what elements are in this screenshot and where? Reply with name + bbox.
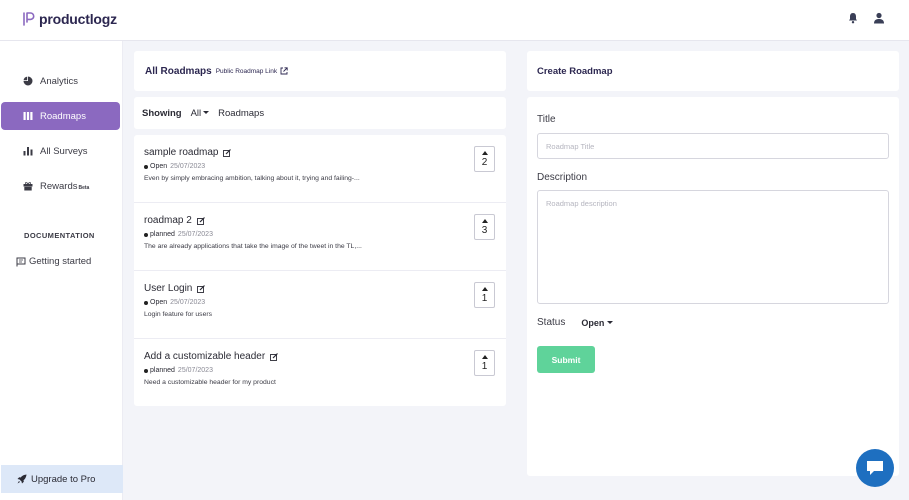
sidebar-item-roadmaps[interactable]: Roadmaps xyxy=(1,102,120,130)
all-roadmaps-header: All Roadmaps Public Roadmap Link xyxy=(134,51,506,91)
pie-chart-icon xyxy=(23,76,33,86)
roadmap-date: 25/07/2023 xyxy=(170,299,206,306)
roadmap-title[interactable]: User Login xyxy=(144,283,192,294)
getting-started-label: Getting started xyxy=(29,256,92,267)
status-dropdown[interactable]: Open xyxy=(581,317,614,328)
roadmap-title[interactable]: roadmap 2 xyxy=(144,215,192,226)
roadmap-description: Even by simply embracing ambition, talki… xyxy=(144,175,360,182)
edit-icon[interactable] xyxy=(270,352,279,361)
public-roadmap-link[interactable]: Public Roadmap Link xyxy=(216,68,277,75)
status-dot xyxy=(144,300,148,305)
create-roadmap-title: Create Roadmap xyxy=(537,65,613,77)
status-value: Open xyxy=(581,317,605,328)
upgrade-label: Upgrade to Pro xyxy=(31,473,96,485)
upvote-button[interactable]: 1 xyxy=(474,350,495,376)
sidebar-item-all-surveys[interactable]: All Surveys xyxy=(1,137,120,165)
logo-icon xyxy=(22,11,36,27)
upvote-button[interactable]: 3 xyxy=(474,214,495,240)
brand-name: productlogz xyxy=(39,11,117,27)
status-dot xyxy=(144,368,148,373)
roadmap-item[interactable]: sample roadmap Open 25/07/2023 Even by si… xyxy=(134,135,506,203)
roadmap-item[interactable]: Add a customizable header planned 25/07/2… xyxy=(134,339,506,407)
arrow-up-icon xyxy=(482,287,488,291)
roadmap-status: Open xyxy=(150,163,168,170)
caret-down-icon xyxy=(203,111,210,115)
description-label: Description xyxy=(537,172,588,183)
edit-icon[interactable] xyxy=(223,148,232,157)
sidebar-item-analytics[interactable]: Analytics xyxy=(1,67,120,95)
title-input[interactable] xyxy=(537,133,889,159)
vote-count: 3 xyxy=(481,225,488,236)
all-roadmaps-title: All Roadmaps xyxy=(145,65,212,77)
external-link-icon[interactable] xyxy=(280,67,288,75)
edit-icon[interactable] xyxy=(196,216,205,225)
create-roadmap-form: Title Description Status Open Submit xyxy=(527,97,899,476)
roadmap-status: planned xyxy=(150,231,175,238)
edit-icon[interactable] xyxy=(197,284,206,293)
roadmap-description: Login feature for users xyxy=(144,311,213,318)
bell-icon[interactable] xyxy=(847,11,859,24)
documentation-heading: DOCUMENTATION xyxy=(24,231,95,240)
status-label: Status xyxy=(537,317,566,328)
vote-count: 1 xyxy=(481,293,488,304)
roadmap-date: 25/07/2023 xyxy=(170,163,206,170)
sidebar-item-label: All Surveys xyxy=(40,145,88,157)
showing-label: Showing xyxy=(142,107,182,119)
sidebar-item-label: Rewards xyxy=(40,180,78,192)
columns-icon xyxy=(23,112,33,120)
title-label: Title xyxy=(537,114,556,125)
sidebar: Analytics Roadmaps All Surveys Rewards Be… xyxy=(0,41,123,500)
submit-button[interactable]: Submit xyxy=(537,346,595,373)
roadmap-date: 25/07/2023 xyxy=(177,231,213,238)
vote-count: 2 xyxy=(481,157,488,168)
status-dot xyxy=(144,232,148,237)
roadmap-item[interactable]: User Login Open 25/07/2023 Login feature … xyxy=(134,271,506,339)
roadmap-item[interactable]: roadmap 2 planned 25/07/2023 The are alre… xyxy=(134,203,506,271)
roadmap-description: The are already applications that take t… xyxy=(144,243,362,250)
sidebar-item-label: Roadmaps xyxy=(40,110,86,122)
roadmap-list: sample roadmap Open 25/07/2023 Even by si… xyxy=(134,135,506,406)
sidebar-item-label: Analytics xyxy=(40,75,79,87)
roadmap-title[interactable]: sample roadmap xyxy=(144,147,218,158)
user-icon[interactable] xyxy=(873,11,885,24)
description-textarea[interactable] xyxy=(537,190,889,304)
roadmap-status: planned xyxy=(150,367,175,374)
beta-badge: Beta xyxy=(78,185,90,191)
roadmap-status: Open xyxy=(150,299,168,306)
status-filter-dropdown[interactable]: All xyxy=(191,108,210,119)
status-dot xyxy=(144,164,148,169)
upvote-button[interactable]: 1 xyxy=(474,282,495,308)
upvote-button[interactable]: 2 xyxy=(474,146,495,172)
flag-icon xyxy=(16,257,26,266)
gift-icon xyxy=(23,182,33,191)
roadmap-title[interactable]: Add a customizable header xyxy=(144,351,265,362)
sidebar-item-rewards[interactable]: Rewards Beta xyxy=(1,172,120,200)
arrow-up-icon xyxy=(482,355,488,359)
status-filter-value: All xyxy=(190,107,202,119)
roadmap-description: Need a customizable header for my produc… xyxy=(144,379,276,386)
showing-suffix: Roadmaps xyxy=(218,107,265,119)
create-roadmap-header: Create Roadmap xyxy=(527,51,899,91)
caret-down-icon xyxy=(607,321,614,324)
chat-bubble-icon xyxy=(867,461,883,475)
roadmap-filter-bar: Showing All Roadmaps xyxy=(134,97,506,129)
brand-logo[interactable]: productlogz xyxy=(22,11,117,27)
chat-widget-button[interactable] xyxy=(856,449,894,487)
bar-chart-icon xyxy=(23,147,33,156)
top-bar: productlogz xyxy=(0,0,909,41)
getting-started-link[interactable]: Getting started xyxy=(16,256,91,267)
upgrade-to-pro-button[interactable]: Upgrade to Pro xyxy=(1,465,123,493)
vote-count: 1 xyxy=(481,361,488,372)
arrow-up-icon xyxy=(482,219,488,223)
arrow-up-icon xyxy=(482,151,488,155)
roadmap-date: 25/07/2023 xyxy=(177,367,213,374)
rocket-icon xyxy=(17,474,27,484)
